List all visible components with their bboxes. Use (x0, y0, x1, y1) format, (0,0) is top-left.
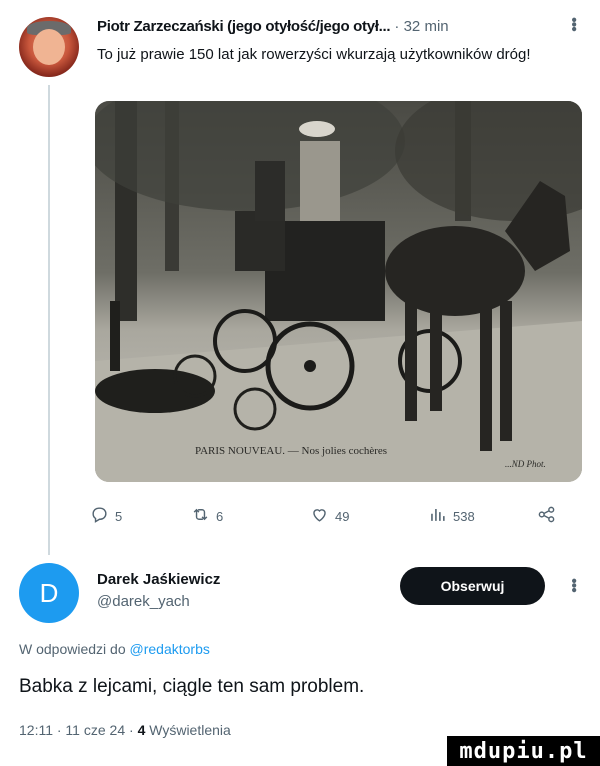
like-count: 49 (335, 508, 350, 524)
like-icon (310, 505, 329, 527)
reply-views-count: 4 (137, 722, 146, 738)
repost-button[interactable]: 6 (191, 505, 223, 527)
reply-icon (90, 505, 109, 527)
post-header: Piotr Zarzeczański (jego otyłość/jego ot… (97, 18, 449, 35)
post-text: To już prawie 150 lat jak rowerzyści wku… (97, 46, 531, 63)
more-icon[interactable]: ••• (564, 17, 582, 31)
repost-icon (191, 505, 210, 527)
share-icon (537, 505, 556, 527)
like-button[interactable]: 49 (310, 505, 349, 527)
watermark-logo: mdupiu.pl (447, 736, 600, 766)
views-count: 538 (453, 508, 475, 524)
avatar-letter: D (39, 577, 59, 608)
image-caption-small: ...ND Phot. (505, 459, 546, 469)
reply-mention-link[interactable]: @redaktorbs (130, 641, 210, 657)
reply-more-icon[interactable]: ••• (564, 578, 582, 592)
follow-button[interactable]: Obserwuj (400, 567, 545, 605)
views-button[interactable]: 538 (428, 505, 475, 527)
reply-timestamp[interactable]: 12:11 · 11 cze 24 · (19, 722, 134, 738)
reply-author-handle[interactable]: @darek_yach (97, 593, 190, 610)
reply-count: 5 (115, 508, 123, 524)
reply-button[interactable]: 5 (90, 505, 122, 527)
author-name[interactable]: Piotr Zarzeczański (jego otyłość/jego ot… (97, 18, 391, 35)
views-icon (428, 505, 447, 527)
post-actions: 5 6 49 538 (92, 505, 555, 527)
avatar-face (33, 29, 65, 65)
repost-count: 6 (216, 508, 224, 524)
share-button[interactable] (537, 505, 556, 527)
reply-views-label: Wyświetlenia (149, 722, 231, 738)
post-time[interactable]: 32 min (404, 18, 449, 35)
replying-to: W odpowiedzi do @redaktorbs (19, 641, 210, 657)
reply-author-avatar[interactable]: D (19, 563, 79, 623)
separator-dot: · (394, 18, 400, 35)
thread-line (48, 85, 50, 555)
reply-text: Babka z lejcami, ciągle ten sam problem. (19, 676, 365, 697)
vintage-photo (95, 101, 582, 482)
reply-prefix: W odpowiedzi do (19, 641, 126, 657)
reply-author-name[interactable]: Darek Jaśkiewicz (97, 571, 220, 588)
image-caption: PARIS NOUVEAU. — Nos jolies cochères (195, 445, 388, 457)
author-avatar[interactable] (19, 17, 79, 77)
post-image[interactable]: PARIS NOUVEAU. — Nos jolies cochères ...… (95, 101, 582, 482)
reply-meta: 12:11 · 11 cze 24 · 4 Wyświetlenia (19, 722, 231, 738)
